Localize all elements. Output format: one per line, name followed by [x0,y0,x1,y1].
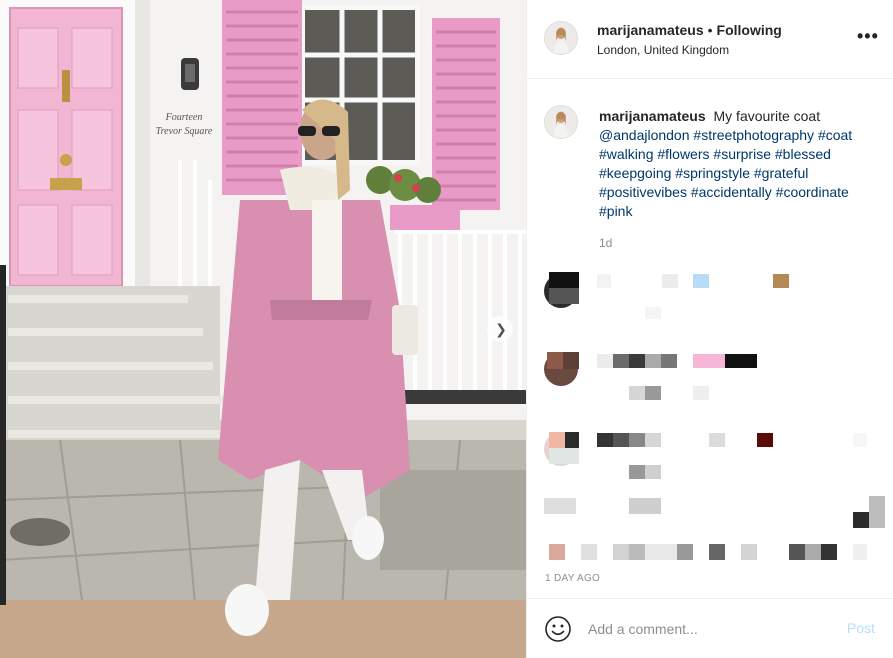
pixel-block [805,544,821,560]
pixel-block [549,272,579,288]
pixel-block [757,433,773,447]
pixel-block [677,544,693,560]
street-scene: Fourteen Trevor Square [0,0,526,658]
hashtag-link[interactable]: #positivevibes [599,184,687,200]
pixel-block [853,433,867,447]
pixel-block [693,386,709,400]
hashtag-link[interactable]: #blessed [775,146,831,162]
next-photo-button[interactable]: ❯ [487,316,513,342]
pixel-block [693,354,725,368]
pixel-block [629,465,645,479]
pixel-block [661,354,677,368]
left-edge-bar [0,265,6,605]
pixel-block [645,354,661,368]
pixel-block [629,498,661,514]
comment-input[interactable] [588,617,838,641]
pixel-block [853,512,869,528]
comments-list-obscured [527,262,893,572]
pixel-block [709,544,725,560]
pixel-block [725,354,757,368]
hashtag-link[interactable]: #coordinate [776,184,849,200]
pixel-block [613,433,629,447]
pixel-block [549,432,565,448]
hashtag-link[interactable]: #walking [599,146,653,162]
separator-dot: • [707,22,713,38]
pixel-block [821,544,837,560]
smiley-icon[interactable] [544,615,572,643]
header-title-line: marijanamateus • Following [597,22,782,38]
chevron-right-icon: ❯ [495,321,507,337]
pixel-block [645,544,677,560]
pixel-block [869,496,885,528]
pixel-block [565,432,579,448]
caption-message: My favourite coat [713,108,821,124]
pixel-block [597,274,611,288]
pixel-block [544,498,576,514]
house-sign-line2: Trevor Square [156,126,213,137]
post-location[interactable]: London, United Kingdom [597,43,729,57]
pixel-block [597,354,613,368]
hashtag-link[interactable]: #coat [818,127,852,143]
mention-link[interactable]: @andajlondon [599,127,690,143]
pixel-block [613,544,629,560]
author-avatar[interactable] [544,21,578,55]
pixel-block [645,433,661,447]
hashtag-link[interactable]: #flowers [657,146,709,162]
post-photo[interactable]: Fourteen Trevor Square ❯ [0,0,526,658]
post-header: marijanamateus • Following London, United … [527,0,893,79]
avatar-image [545,106,577,138]
pixel-block [662,274,678,288]
pixel-block [629,433,645,447]
hashtag-link[interactable]: #pink [599,203,632,219]
pixel-block [547,352,563,369]
hashtag-link[interactable]: #accidentally [691,184,772,200]
post-side-panel: marijanamateus • Following London, United … [526,0,893,658]
more-options-icon[interactable]: ••• [857,27,879,45]
pixel-block [613,354,629,368]
caption-author-avatar[interactable] [544,105,578,139]
hashtag-link[interactable]: #streetphotography [693,127,814,143]
hashtag-link[interactable]: #grateful [754,165,808,181]
post-comment-button[interactable]: Post [847,620,875,636]
pixel-block [741,544,757,560]
pixel-block [709,433,725,447]
caption-username[interactable]: marijanamateus [599,108,706,124]
pixel-block [629,544,645,560]
author-username[interactable]: marijanamateus [597,22,704,38]
hashtag-link[interactable]: #springstyle [675,165,750,181]
pixel-block [597,433,613,447]
hashtag-link[interactable]: #surprise [713,146,771,162]
hashtag-link[interactable]: #keepgoing [599,165,671,181]
house-sign-line1: Fourteen [165,112,203,123]
pixel-block [549,544,565,560]
following-button[interactable]: Following [717,22,782,38]
caption-text: marijanamateus My favourite coat @andajl… [599,107,869,221]
add-comment-bar: Post [527,598,893,658]
pixel-block [549,448,579,464]
pixel-block [581,544,597,560]
pixel-block [629,386,645,400]
pixel-block [645,386,661,400]
pixel-block [563,352,579,369]
pixel-block [789,544,805,560]
pixel-block [629,354,645,368]
pixel-block [853,544,867,560]
caption-age: 1d [599,236,613,250]
pixel-block [549,288,579,304]
avatar-image [545,22,577,54]
pixel-block [693,274,709,288]
pixel-block [773,274,789,288]
pixel-block [645,465,661,479]
pixel-block [645,307,661,319]
post-timestamp[interactable]: 1 DAY AGO [545,573,600,584]
